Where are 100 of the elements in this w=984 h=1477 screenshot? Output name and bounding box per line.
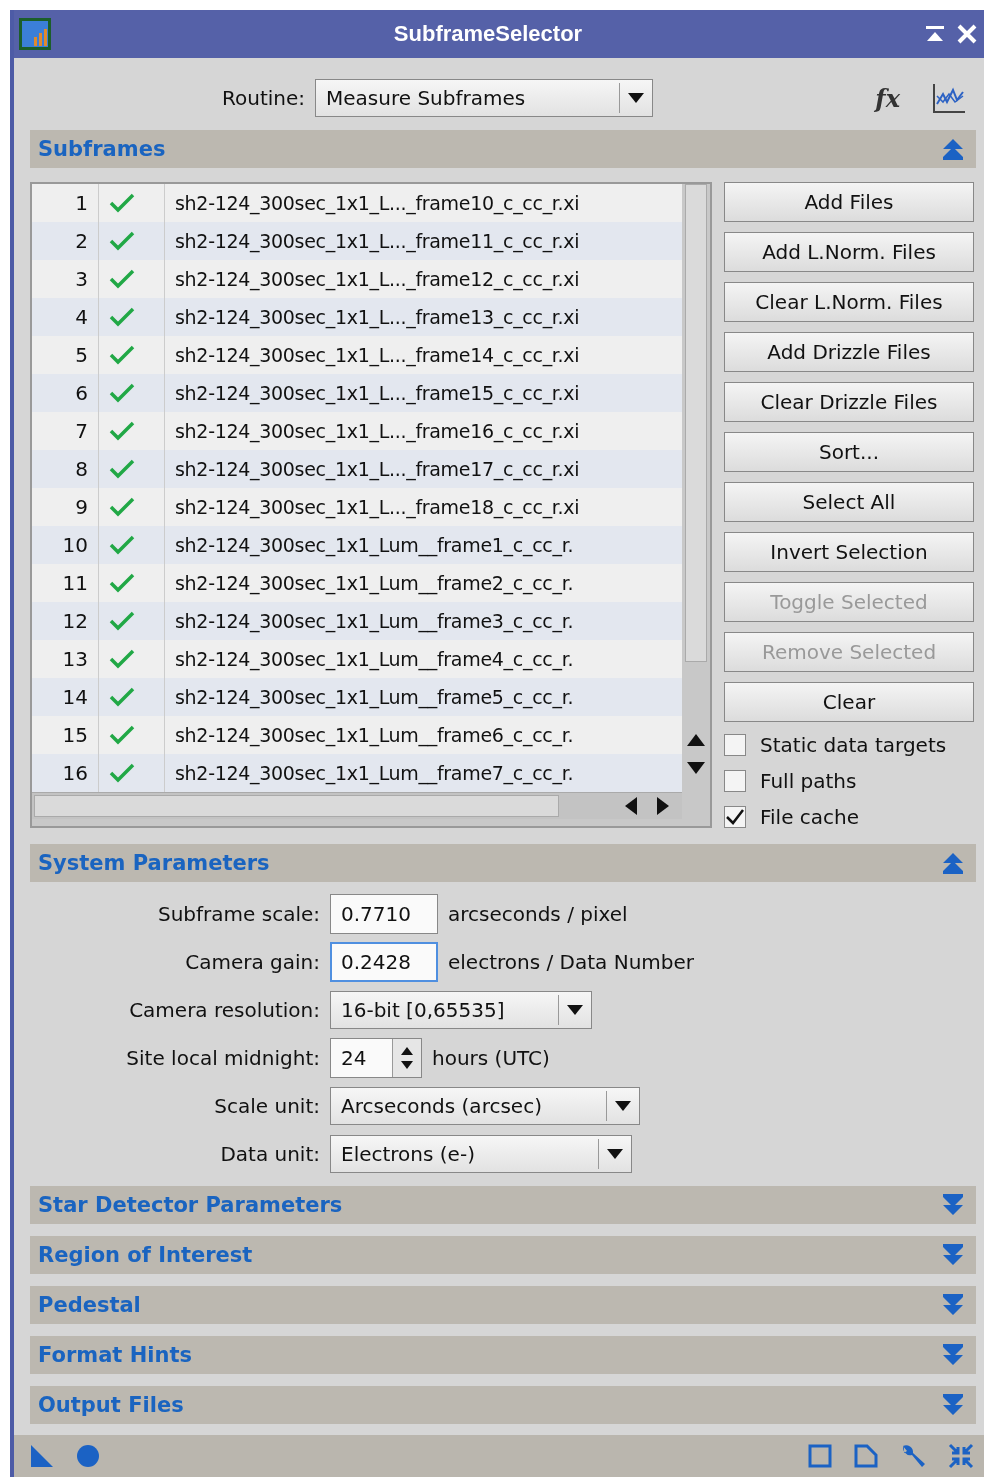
action-button[interactable]: Select All — [724, 482, 974, 522]
unit-label: hours (UTC) — [432, 1046, 550, 1070]
file-name[interactable]: sh2-124_300sec_1x1_Lum__frame1_c_cc_r. — [165, 526, 683, 564]
caret-icon[interactable] — [567, 1005, 583, 1015]
file-name[interactable]: sh2-124_300sec_1x1_Lum__frame7_c_cc_r. — [165, 754, 683, 792]
file-name[interactable]: sh2-124_300sec_1x1_L..._frame11_c_cc_r.xi — [165, 222, 683, 260]
file-name[interactable]: sh2-124_300sec_1x1_Lum__frame5_c_cc_r. — [165, 678, 683, 716]
scroll-thumb[interactable] — [34, 795, 559, 817]
section-title: Subframes — [38, 137, 167, 161]
check-icon[interactable] — [109, 725, 135, 745]
file-name[interactable]: sh2-124_300sec_1x1_L..._frame17_c_cc_r.xi — [165, 450, 683, 488]
collapse-icon[interactable] — [942, 138, 964, 160]
check-icon[interactable] — [109, 573, 135, 593]
check-icon[interactable] — [109, 383, 135, 403]
action-button[interactable]: Invert Selection — [724, 532, 974, 572]
dropdown[interactable]: 16-bit [0,65535] — [330, 991, 592, 1029]
file-name[interactable]: sh2-124_300sec_1x1_Lum__frame3_c_cc_r. — [165, 602, 683, 640]
unit-label: electrons / Data Number — [448, 950, 695, 974]
expand-icon[interactable] — [942, 1244, 964, 1266]
spin-box[interactable]: 24 — [330, 1038, 422, 1078]
file-name[interactable]: sh2-124_300sec_1x1_L..._frame15_c_cc_r.xi — [165, 374, 683, 412]
section-title: Region of Interest — [38, 1243, 254, 1267]
scroll-left-icon[interactable] — [625, 797, 637, 815]
expand-icon[interactable] — [942, 1344, 964, 1366]
parameter-label: Subframe scale: — [157, 902, 320, 926]
expression-button[interactable]: fx — [875, 83, 900, 113]
scroll-down-icon[interactable] — [687, 762, 706, 774]
check-icon[interactable] — [109, 459, 135, 479]
routine-dropdown[interactable]: Measure Subframes — [315, 79, 654, 117]
expand-icon[interactable] — [942, 1194, 964, 1216]
check-icon[interactable] — [109, 269, 135, 289]
file-name[interactable]: sh2-124_300sec_1x1_L..._frame13_c_cc_r.xi — [165, 298, 683, 336]
section-title: Pedestal — [38, 1293, 142, 1317]
action-button[interactable]: Add Drizzle Files — [724, 332, 974, 372]
window-title: SubframeSelector — [392, 21, 584, 47]
dropdown[interactable]: Arcseconds (arcsec) — [330, 1087, 640, 1125]
routine-label: Routine: — [222, 86, 306, 110]
square-icon[interactable] — [808, 1444, 832, 1468]
input-field[interactable]: 0.7710 — [330, 894, 438, 934]
check-icon[interactable] — [109, 421, 135, 441]
checkbox-label[interactable]: Full paths — [760, 769, 857, 793]
action-button[interactable]: Add L.Norm. Files — [724, 232, 974, 272]
check-icon[interactable] — [109, 535, 135, 555]
file-name[interactable]: sh2-124_300sec_1x1_L..._frame10_c_cc_r.xi — [165, 184, 683, 222]
scroll-right-icon[interactable] — [657, 797, 669, 815]
parameter-label: Site local midnight: — [125, 1046, 320, 1070]
checkbox[interactable] — [724, 806, 746, 828]
caret-icon[interactable] — [607, 1149, 623, 1159]
checkbox-label[interactable]: File cache — [760, 805, 860, 829]
wrench-icon[interactable] — [900, 1443, 926, 1469]
file-name[interactable]: sh2-124_300sec_1x1_Lum__frame6_c_cc_r. — [165, 716, 683, 754]
scroll-thumb[interactable] — [685, 184, 708, 662]
file-name[interactable]: sh2-124_300sec_1x1_L..._frame14_c_cc_r.xi — [165, 336, 683, 374]
caret-icon[interactable] — [628, 93, 645, 103]
input-field[interactable]: 0.2428 — [330, 942, 438, 982]
check-icon[interactable] — [109, 231, 135, 251]
section-title: Star Detector Parameters — [38, 1193, 344, 1217]
circle-icon[interactable] — [76, 1444, 100, 1468]
check-icon[interactable] — [109, 611, 135, 631]
action-button[interactable]: Add Files — [724, 182, 974, 222]
section-title: Output Files — [38, 1393, 185, 1417]
check-icon[interactable] — [109, 307, 135, 327]
check-icon[interactable] — [109, 763, 135, 783]
app-icon — [18, 17, 52, 51]
action-button[interactable]: Clear — [724, 682, 974, 722]
check-icon[interactable] — [109, 687, 135, 707]
shade-icon[interactable] — [924, 24, 946, 44]
action-button[interactable]: Clear L.Norm. Files — [724, 282, 974, 322]
check-icon[interactable] — [109, 649, 135, 669]
parameter-label: Data unit: — [219, 1142, 320, 1166]
expand-icon[interactable] — [942, 1394, 964, 1416]
chart-icon[interactable] — [932, 82, 966, 114]
document-icon[interactable] — [854, 1444, 878, 1468]
file-name[interactable]: sh2-124_300sec_1x1_L..._frame18_c_cc_r.xi — [165, 488, 683, 526]
caret-icon[interactable] — [615, 1101, 631, 1111]
file-name[interactable]: sh2-124_300sec_1x1_Lum__frame4_c_cc_r. — [165, 640, 683, 678]
parameter-label: Scale unit: — [213, 1094, 320, 1118]
parameter-label: Camera resolution: — [128, 998, 320, 1022]
section-title: System Parameters — [38, 851, 271, 875]
collapse-icon[interactable] — [942, 852, 964, 874]
expand-icon[interactable] — [942, 1294, 964, 1316]
action-button[interactable]: Sort... — [724, 432, 974, 472]
check-icon[interactable] — [109, 497, 135, 517]
close-icon[interactable] — [956, 23, 978, 45]
scroll-up-icon[interactable] — [687, 734, 706, 746]
dropdown[interactable]: Electrons (e-) — [330, 1135, 632, 1173]
file-name[interactable]: sh2-124_300sec_1x1_L..._frame16_c_cc_r.xi — [165, 412, 683, 450]
action-button[interactable]: Clear Drizzle Files — [724, 382, 974, 422]
file-name[interactable]: sh2-124_300sec_1x1_Lum__frame2_c_cc_r. — [165, 564, 683, 602]
check-icon[interactable] — [109, 193, 135, 213]
collapse-arrows-icon[interactable] — [948, 1443, 974, 1469]
checkbox[interactable] — [724, 734, 746, 756]
check-icon[interactable] — [109, 345, 135, 365]
checkbox[interactable] — [724, 770, 746, 792]
horizontal-scrollbar[interactable] — [32, 792, 683, 819]
unit-label: arcseconds / pixel — [448, 902, 628, 926]
triangle-icon[interactable] — [30, 1444, 54, 1468]
parameter-label: Camera gain: — [184, 950, 320, 974]
file-name[interactable]: sh2-124_300sec_1x1_L..._frame12_c_cc_r.xi — [165, 260, 683, 298]
checkbox-label[interactable]: Static data targets — [760, 733, 947, 757]
